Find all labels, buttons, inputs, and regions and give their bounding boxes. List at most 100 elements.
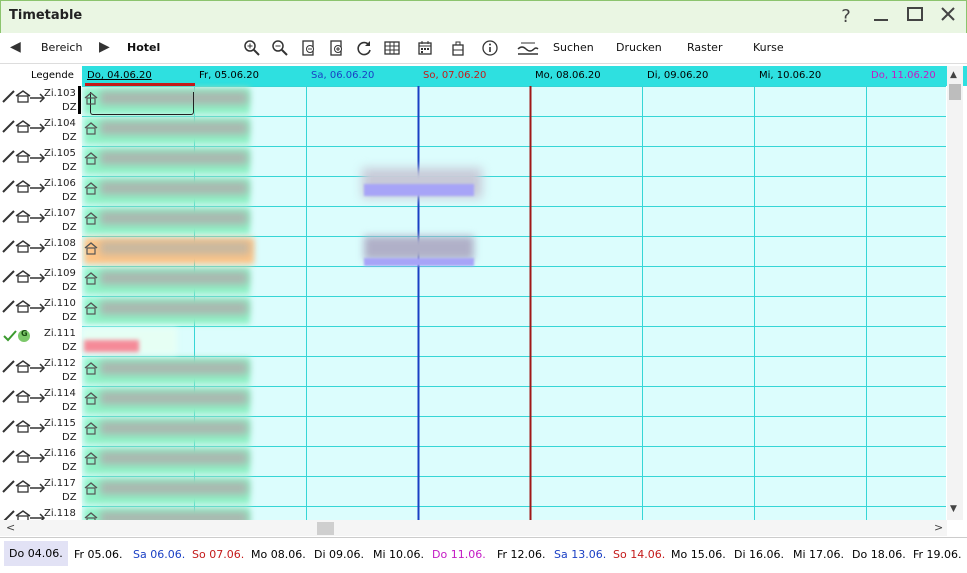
room-status-icons[interactable] bbox=[2, 358, 46, 373]
room-status-icons[interactable] bbox=[2, 268, 46, 283]
booking-guest-name-redacted[interactable] bbox=[100, 361, 248, 375]
date-header[interactable]: So, 07.06.20 bbox=[418, 66, 530, 86]
suchen-button[interactable]: Suchen bbox=[553, 41, 594, 54]
next-area-arrow-icon[interactable]: ▶ bbox=[99, 39, 110, 55]
room-number[interactable]: Zi.109 bbox=[44, 268, 76, 279]
minimize-button[interactable] bbox=[869, 5, 893, 29]
room-status-icons[interactable] bbox=[2, 508, 46, 520]
day-nav-item[interactable]: Sa 13.06. bbox=[554, 548, 606, 561]
day-nav-item[interactable]: Di 09.06. bbox=[314, 548, 364, 561]
room-status-icons[interactable] bbox=[2, 388, 46, 403]
room-status-icons[interactable] bbox=[2, 208, 46, 223]
day-nav-item[interactable]: So 14.06. bbox=[613, 548, 665, 561]
booking-guest-name-redacted[interactable] bbox=[100, 481, 248, 495]
close-button[interactable] bbox=[936, 5, 960, 29]
scroll-up-arrow-icon[interactable]: ▲ bbox=[950, 70, 957, 80]
room-status-icons[interactable]: G bbox=[2, 328, 46, 342]
scroll-left-arrow-icon[interactable]: < bbox=[6, 521, 15, 534]
day-nav-item[interactable]: Do 11.06. bbox=[432, 548, 486, 561]
room-status-icons[interactable] bbox=[2, 298, 46, 313]
booking-guest-name-redacted[interactable] bbox=[100, 391, 248, 405]
booking-guest-name-redacted[interactable] bbox=[100, 271, 248, 285]
day-nav-item[interactable]: Sa 06.06. bbox=[133, 548, 185, 561]
day-nav-item[interactable]: Fr 19.06. bbox=[913, 548, 962, 561]
room-number[interactable]: Zi.104 bbox=[44, 118, 76, 129]
booking-guest-name-redacted[interactable] bbox=[100, 451, 248, 465]
vertical-scroll-thumb[interactable] bbox=[949, 84, 961, 100]
scroll-down-arrow-icon[interactable]: ▼ bbox=[950, 504, 957, 514]
maximize-button[interactable] bbox=[903, 5, 927, 29]
day-nav-item[interactable]: Fr 12.06. bbox=[497, 548, 546, 561]
help-button[interactable]: ? bbox=[834, 5, 858, 29]
raster-button[interactable]: Raster bbox=[687, 41, 722, 54]
page-minus-icon[interactable] bbox=[299, 39, 317, 57]
booking-guest-name-redacted[interactable] bbox=[100, 211, 248, 225]
room-number[interactable]: Zi.118 bbox=[44, 508, 76, 519]
drucken-button[interactable]: Drucken bbox=[616, 41, 662, 54]
selected-booking-frame[interactable] bbox=[90, 92, 194, 115]
day-nav-item[interactable]: Do 18.06. bbox=[852, 548, 906, 561]
room-number[interactable]: Zi.110 bbox=[44, 298, 76, 309]
date-header[interactable]: Mi, 10.06.20 bbox=[754, 66, 866, 86]
info-icon[interactable] bbox=[481, 39, 499, 57]
building-icon[interactable] bbox=[449, 39, 467, 57]
room-status-icons[interactable] bbox=[2, 88, 46, 103]
day-nav-item[interactable]: Mo 15.06. bbox=[671, 548, 726, 561]
scroll-right-arrow-icon[interactable]: > bbox=[934, 521, 943, 534]
room-number[interactable]: Zi.114 bbox=[44, 388, 76, 399]
room-status-icons[interactable] bbox=[2, 478, 46, 493]
day-nav-item[interactable]: Mo 08.06. bbox=[251, 548, 306, 561]
room-number[interactable]: Zi.107 bbox=[44, 208, 76, 219]
calendar-icon[interactable] bbox=[416, 39, 434, 57]
kurse-button[interactable]: Kurse bbox=[753, 41, 784, 54]
room-number[interactable]: Zi.106 bbox=[44, 178, 76, 189]
room-status-icons[interactable] bbox=[2, 418, 46, 433]
table-grid-icon[interactable] bbox=[383, 39, 401, 57]
date-header[interactable]: Di, 09.06.20 bbox=[642, 66, 754, 86]
room-number[interactable]: Zi.105 bbox=[44, 148, 76, 159]
room-status-icons[interactable] bbox=[2, 238, 46, 253]
room-status-icons[interactable] bbox=[2, 118, 46, 133]
room-number[interactable]: Zi.115 bbox=[44, 418, 76, 429]
room-number[interactable]: Zi.103 bbox=[44, 88, 76, 99]
day-nav-item[interactable]: Di 16.06. bbox=[734, 548, 784, 561]
vertical-scrollbar[interactable]: ▲ ▼ bbox=[947, 66, 963, 520]
housekeeping-icon[interactable] bbox=[516, 39, 540, 57]
room-number[interactable]: Zi.111 bbox=[44, 328, 76, 339]
room-number[interactable]: Zi.116 bbox=[44, 448, 76, 459]
prev-area-arrow-icon[interactable]: ◀ bbox=[10, 39, 21, 55]
booking-guest-name-redacted[interactable] bbox=[100, 511, 248, 520]
room-number[interactable]: Zi.117 bbox=[44, 478, 76, 489]
room-number[interactable]: Zi.108 bbox=[44, 238, 76, 249]
day-nav-item[interactable]: Do 04.06. bbox=[4, 541, 68, 566]
room-number[interactable]: Zi.112 bbox=[44, 358, 76, 369]
room-status-icons[interactable] bbox=[2, 448, 46, 463]
room-status-icons[interactable] bbox=[2, 148, 46, 163]
bereich-button[interactable]: Bereich bbox=[41, 41, 82, 54]
zoom-in-icon[interactable] bbox=[243, 39, 261, 57]
booking-block[interactable] bbox=[364, 258, 474, 266]
day-nav-item[interactable]: So 07.06. bbox=[192, 548, 244, 561]
booking-guest-name-redacted[interactable] bbox=[100, 181, 248, 195]
horizontal-scroll-thumb[interactable] bbox=[317, 522, 334, 535]
day-nav-item[interactable]: Fr 05.06. bbox=[74, 548, 123, 561]
booking-guest-name-redacted[interactable] bbox=[100, 241, 250, 255]
booking-guest-name-redacted[interactable] bbox=[100, 121, 248, 135]
horizontal-scrollbar[interactable]: < > bbox=[0, 520, 947, 536]
zoom-out-icon[interactable] bbox=[271, 39, 289, 57]
page-plus-icon[interactable] bbox=[327, 39, 345, 57]
booking-guest-name-redacted[interactable] bbox=[100, 151, 248, 165]
day-nav-item[interactable]: Mi 10.06. bbox=[373, 548, 424, 561]
room-status-icons[interactable] bbox=[2, 178, 46, 193]
refresh-icon[interactable] bbox=[355, 39, 373, 57]
booking-calendar[interactable] bbox=[82, 86, 946, 520]
booking-guest-name-redacted[interactable] bbox=[100, 301, 248, 315]
booking-block[interactable] bbox=[364, 184, 474, 196]
day-nav-item[interactable]: Mi 17.06. bbox=[793, 548, 844, 561]
date-header[interactable]: Mo, 08.06.20 bbox=[530, 66, 642, 86]
booking-block[interactable] bbox=[84, 340, 139, 352]
booking-guest-name-redacted[interactable] bbox=[100, 421, 248, 435]
date-header[interactable]: Sa, 06.06.20 bbox=[306, 66, 418, 86]
date-header[interactable]: Fr, 05.06.20 bbox=[194, 66, 306, 86]
booking-guest-name-redacted[interactable] bbox=[364, 236, 474, 260]
